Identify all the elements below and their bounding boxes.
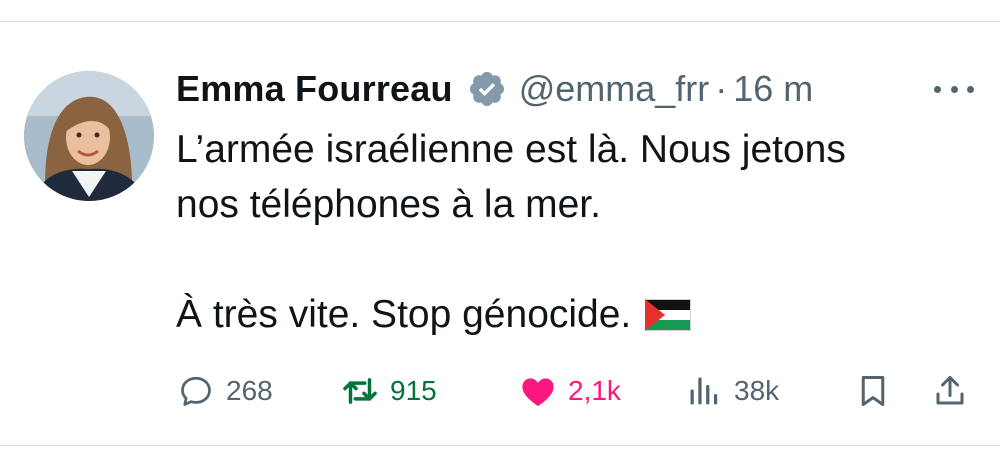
verified-badge-icon[interactable] <box>467 69 507 109</box>
bookmark-button[interactable] <box>853 366 893 416</box>
tweet-header: Emma Fourreau @emma_frr · 16 m <box>176 64 813 114</box>
bookmark-icon <box>853 371 893 411</box>
reply-count: 268 <box>226 375 273 406</box>
more-horizontal-icon[interactable] <box>934 74 974 104</box>
views-button[interactable]: 38k <box>684 366 779 416</box>
retweet-count: 915 <box>390 375 437 406</box>
separator-dot: · <box>715 68 728 109</box>
avatar[interactable] <box>24 71 154 201</box>
top-divider <box>0 21 1000 22</box>
reply-button[interactable]: 268 <box>176 366 273 416</box>
share-icon <box>930 371 970 411</box>
retweet-icon <box>340 371 380 411</box>
share-button[interactable] <box>930 366 970 416</box>
palestine-flag-icon <box>645 291 692 346</box>
tweet-timestamp[interactable]: 16 m <box>733 68 813 110</box>
tweet-actions: 268 915 2,1k 38k <box>176 366 976 416</box>
tweet-body: L’armée israélienne est là. Nous jetons … <box>176 128 846 336</box>
retweet-button[interactable]: 915 <box>340 366 437 416</box>
tweet-text: L’armée israélienne est là. Nous jetons … <box>176 122 976 346</box>
views-count: 38k <box>734 375 780 406</box>
heart-icon <box>518 371 558 411</box>
author-handle[interactable]: @emma_frr <box>519 68 710 110</box>
bottom-divider <box>0 445 1000 446</box>
author-name[interactable]: Emma Fourreau <box>176 68 453 110</box>
like-button[interactable]: 2,1k <box>518 366 621 416</box>
views-icon <box>684 371 724 411</box>
reply-icon <box>176 371 216 411</box>
like-count: 2,1k <box>568 375 621 406</box>
profile-photo-icon <box>24 71 154 201</box>
